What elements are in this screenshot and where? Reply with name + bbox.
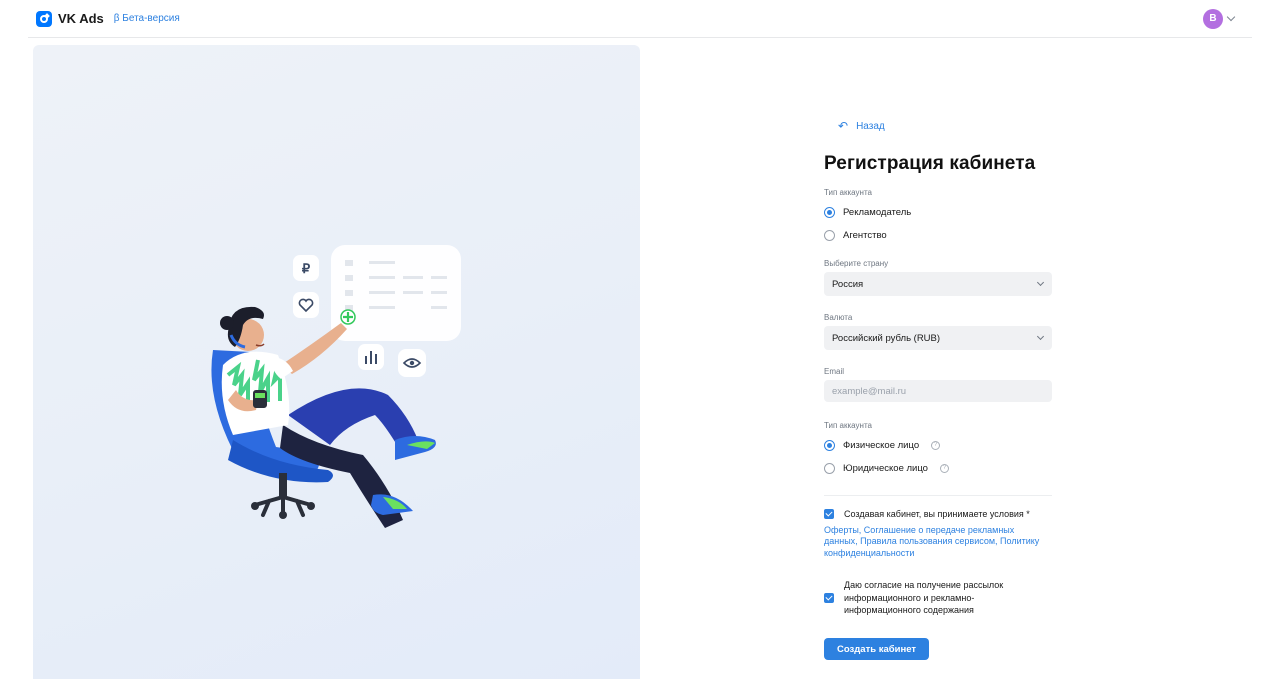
radio-individual-label: Физическое лицо (843, 439, 920, 451)
currency-label: Валюта (824, 313, 853, 322)
radio-legal-entity[interactable]: Юридическое лицо ? (824, 462, 949, 474)
country-select[interactable]: Россия (824, 272, 1052, 296)
email-input[interactable] (824, 380, 1052, 402)
radio-advertiser-label: Рекламодатель (843, 206, 912, 218)
user-menu[interactable]: В (1203, 8, 1236, 29)
ruble-icon: ₽ (302, 261, 311, 276)
illustration-panel: ₽ (33, 45, 640, 679)
radio-agency-control[interactable] (824, 229, 835, 241)
beta-badge[interactable]: β Бета-версия (114, 13, 180, 24)
country-label: Выберите страну (824, 259, 889, 268)
radio-individual[interactable]: Физическое лицо ? (824, 439, 941, 451)
question-circle-icon[interactable]: ? (939, 463, 949, 473)
radio-legal-entity-label: Юридическое лицо (843, 462, 928, 474)
brand-logo[interactable]: VK Ads β Бета-версия (36, 10, 180, 27)
newsletter-checkbox-row[interactable]: Даю согласие на получение рассылок инфор… (824, 579, 1052, 617)
newsletter-checkbox[interactable] (824, 592, 834, 603)
radio-agency[interactable]: Агентство (824, 229, 887, 241)
email-label: Email (824, 367, 845, 376)
create-account-button[interactable]: Создать кабинет (824, 638, 930, 660)
top-bar: VK Ads β Бета-версия В (28, 0, 1252, 38)
chevron-down-icon (1036, 278, 1045, 287)
terms-text: Создавая кабинет, вы принимаете условия … (844, 509, 1030, 519)
heart-tile (293, 292, 319, 318)
radio-agency-label: Агентство (843, 229, 887, 241)
brand-name: VK Ads (58, 11, 104, 26)
currency-select[interactable]: Российский рубль (RUB) (824, 326, 1052, 350)
registration-form: ↶ Назад Регистрация кабинета Тип аккаунт… (824, 118, 1052, 660)
radio-advertiser-control[interactable] (824, 206, 835, 218)
terms-checkbox-row[interactable]: Создавая кабинет, вы принимаете условия … (824, 508, 1052, 521)
divider (824, 495, 1052, 496)
undo-arrow-icon: ↶ (838, 119, 849, 133)
chevron-down-icon[interactable] (1226, 12, 1236, 22)
currency-value: Российский рубль (RUB) (832, 332, 941, 344)
person-type-label: Тип аккаунта (824, 421, 872, 430)
chevron-down-icon (1036, 332, 1045, 341)
radio-legal-entity-control[interactable] (824, 462, 835, 474)
avatar[interactable]: В (1203, 8, 1223, 29)
vk-ads-logo-icon (36, 10, 52, 27)
country-value: Россия (832, 278, 864, 290)
newsletter-text: Даю согласие на получение рассылок инфор… (844, 580, 1004, 615)
terms-links[interactable]: Оферты, Соглашение о передаче рекламных … (824, 525, 1044, 560)
terms-checkbox[interactable] (824, 509, 834, 520)
back-link[interactable]: ↶ Назад (838, 118, 1052, 134)
question-circle-icon[interactable]: ? (931, 440, 941, 450)
radio-individual-control[interactable] (824, 439, 835, 451)
radio-advertiser[interactable]: Рекламодатель (824, 206, 911, 218)
page-title: Регистрация кабинета (824, 153, 1036, 174)
account-type-label: Тип аккаунта (824, 188, 872, 197)
woman-in-chair-illustration: ₽ (211, 245, 461, 528)
back-label: Назад (856, 120, 885, 132)
